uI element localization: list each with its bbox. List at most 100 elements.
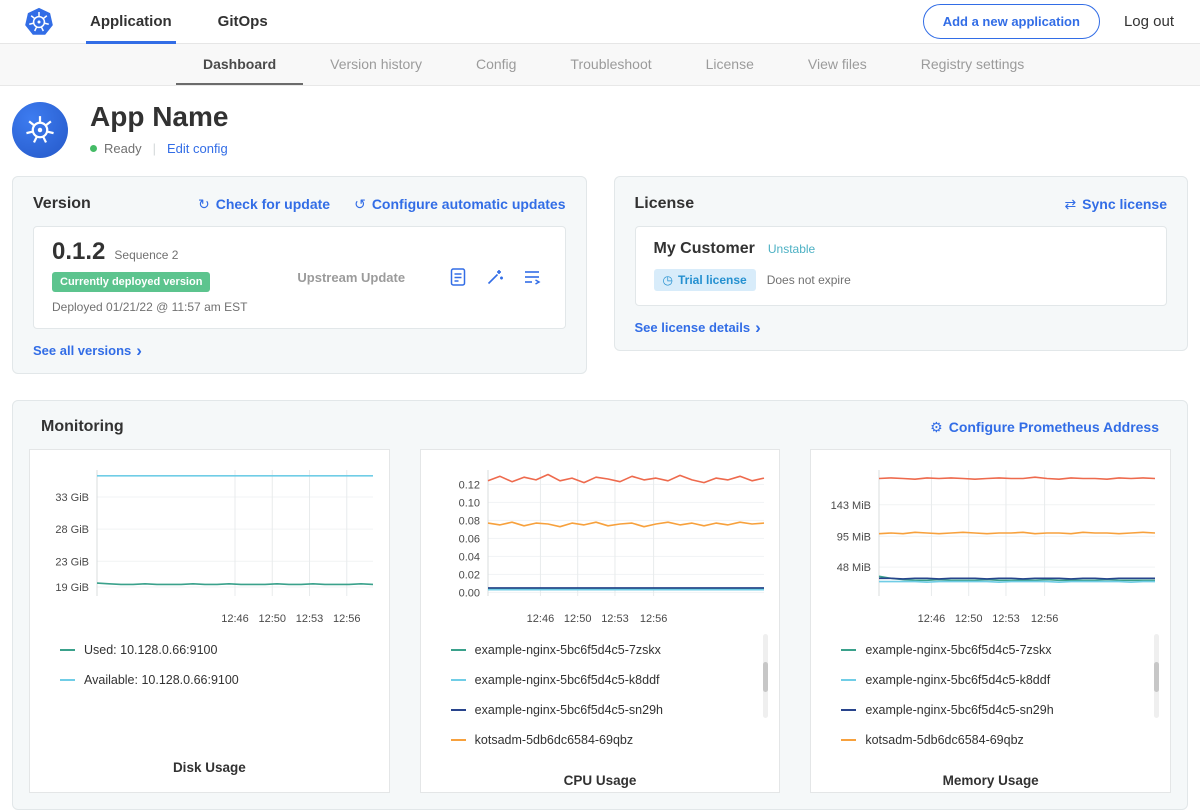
deployed-timestamp: Deployed 01/21/22 @ 11:57 am EST: [52, 300, 247, 314]
channel-name: Unstable: [768, 242, 815, 256]
release-notes-icon[interactable]: [522, 267, 543, 287]
cpu-usage-plot: 0.120.100.080.060.040.020.0012:4612:5012…: [421, 450, 780, 628]
monitoring-title: Monitoring: [41, 418, 124, 436]
kubernetes-logo-icon: [24, 7, 54, 37]
memory-usage-chart-card: 143 MiB95 MiB48 MiB12:4612:5012:5312:56e…: [810, 449, 1171, 793]
gear-icon: ⚙: [930, 419, 943, 436]
svg-text:12:53: 12:53: [296, 613, 324, 625]
legend-label: example-nginx-5bc6f5d4c5-k8ddf: [475, 673, 660, 687]
sequence-label: Sequence 2: [114, 248, 178, 262]
svg-text:12:46: 12:46: [222, 613, 250, 625]
svg-text:12:56: 12:56: [1031, 613, 1059, 625]
legend-label: example-nginx-5bc6f5d4c5-sn29h: [865, 703, 1053, 717]
tab-license[interactable]: License: [679, 44, 781, 85]
disk-usage-legend: Used: 10.128.0.66:9100 Available: 10.128.…: [30, 628, 389, 750]
refresh-icon: ↻: [198, 196, 210, 213]
legend-label: Available: 10.128.0.66:9100: [84, 673, 239, 687]
legend-scrollbar[interactable]: [763, 634, 768, 718]
app-subnav: Dashboard Version history Config Trouble…: [0, 44, 1200, 86]
edit-config-link[interactable]: Edit config: [167, 141, 228, 156]
legend-item: example-nginx-5bc6f5d4c5-sn29h: [841, 703, 1146, 717]
legend-item: example-nginx-5bc6f5d4c5-sn29h: [451, 703, 756, 717]
svg-text:12:53: 12:53: [992, 613, 1020, 625]
svg-text:12:56: 12:56: [640, 613, 668, 625]
legend-label: kotsadm-5db6dc6584-69qbz: [865, 733, 1023, 747]
legend-label: example-nginx-5bc6f5d4c5-sn29h: [475, 703, 663, 717]
legend-dash-icon: [451, 739, 466, 741]
svg-text:0.10: 0.10: [459, 497, 480, 509]
legend-item: Used: 10.128.0.66:9100: [60, 643, 365, 657]
cpu-usage-chart-card: 0.120.100.080.060.040.020.0012:4612:5012…: [420, 449, 781, 793]
deployed-version-badge: Currently deployed version: [52, 272, 210, 292]
legend-item: kotsadm-5db6dc6584-69qbz: [451, 733, 756, 747]
current-version-box: 0.1.2 Sequence 2 Currently deployed vers…: [33, 226, 566, 329]
memory-usage-plot: 143 MiB95 MiB48 MiB12:4612:5012:5312:56: [811, 450, 1170, 628]
charts-row: 33 GiB 28 GiB 23 GiB 19 GiB 12:46 12:50 12:53 1…: [29, 449, 1171, 793]
version-number: 0.1.2: [52, 240, 105, 264]
tab-version-history[interactable]: Version history: [303, 44, 449, 85]
tab-dashboard[interactable]: Dashboard: [176, 44, 303, 85]
app-name-title: App Name: [90, 102, 228, 132]
logout-button[interactable]: Log out: [1124, 13, 1174, 30]
chevron-right-icon: ›: [136, 344, 142, 357]
see-license-details-link[interactable]: See license details›: [635, 320, 761, 335]
legend-scrollbar-thumb[interactable]: [763, 662, 768, 692]
legend-scrollbar[interactable]: [1154, 634, 1159, 718]
svg-text:12:50: 12:50: [955, 613, 983, 625]
auto-update-icon: ↺: [354, 196, 366, 213]
legend-scrollbar-thumb[interactable]: [1154, 662, 1159, 692]
tab-config[interactable]: Config: [449, 44, 543, 85]
add-application-button[interactable]: Add a new application: [923, 4, 1100, 39]
status-divider: |: [153, 141, 156, 156]
app-icon: [12, 102, 68, 158]
tab-registry-settings[interactable]: Registry settings: [894, 44, 1051, 85]
see-all-versions-link[interactable]: See all versions›: [33, 343, 142, 358]
customer-name: My Customer: [654, 240, 755, 258]
configure-automatic-updates-link[interactable]: ↺Configure automatic updates: [354, 196, 565, 213]
legend-item: Available: 10.128.0.66:9100: [60, 673, 365, 687]
cpu-usage-legend: example-nginx-5bc6f5d4c5-7zskxexample-ng…: [421, 628, 780, 763]
tab-application[interactable]: Application: [90, 0, 172, 44]
topnav-right: Add a new application Log out: [923, 4, 1174, 39]
legend-dash-icon: [841, 679, 856, 681]
legend-dash-icon: [60, 679, 75, 681]
top-navbar: Application GitOps Add a new application…: [0, 0, 1200, 44]
disk-usage-plot: 33 GiB28 GiB23 GiB19 GiB12:4612:5012:531…: [30, 450, 389, 628]
license-details-box: My Customer Unstable ◷Trial license Does…: [635, 226, 1168, 306]
svg-text:143 MiB: 143 MiB: [830, 500, 870, 512]
app-header: App Name Ready | Edit config: [0, 86, 1200, 174]
legend-dash-icon: [841, 709, 856, 711]
tab-view-files[interactable]: View files: [781, 44, 894, 85]
trial-license-badge: ◷Trial license: [654, 269, 756, 291]
edit-config-wand-icon[interactable]: [485, 267, 505, 287]
cpu-usage-chart-title: CPU Usage: [421, 763, 780, 805]
disk-usage-chart-title: Disk Usage: [30, 750, 389, 792]
svg-text:19 GiB: 19 GiB: [56, 582, 90, 594]
svg-text:12:56: 12:56: [333, 613, 361, 625]
svg-text:95 MiB: 95 MiB: [836, 531, 870, 543]
version-card-title: Version: [33, 195, 91, 213]
preflight-checks-icon[interactable]: [448, 267, 468, 287]
svg-text:23 GiB: 23 GiB: [56, 556, 90, 568]
legend-dash-icon: [60, 649, 75, 651]
legend-label: Used: 10.128.0.66:9100: [84, 643, 217, 657]
legend-label: example-nginx-5bc6f5d4c5-7zskx: [865, 643, 1051, 657]
sync-license-link[interactable]: ⇄Sync license: [1064, 196, 1167, 213]
tab-troubleshoot[interactable]: Troubleshoot: [543, 44, 678, 85]
legend-dash-icon: [451, 709, 466, 711]
legend-item: example-nginx-5bc6f5d4c5-7zskx: [841, 643, 1146, 657]
legend-item: kotsadm-5db6dc6584-69qbz: [841, 733, 1146, 747]
license-card-title: License: [635, 195, 695, 213]
svg-text:0.06: 0.06: [459, 533, 480, 545]
disk-usage-chart-card: 33 GiB28 GiB23 GiB19 GiB12:4612:5012:531…: [29, 449, 390, 793]
svg-text:48 MiB: 48 MiB: [836, 562, 870, 574]
tab-gitops[interactable]: GitOps: [218, 0, 268, 44]
legend-item: example-nginx-5bc6f5d4c5-k8ddf: [451, 673, 756, 687]
license-card: License ⇄Sync license My Customer Unstab…: [614, 176, 1189, 351]
svg-text:28 GiB: 28 GiB: [56, 524, 90, 536]
svg-text:0.08: 0.08: [459, 515, 480, 527]
configure-prometheus-link[interactable]: ⚙Configure Prometheus Address: [930, 419, 1159, 436]
svg-text:33 GiB: 33 GiB: [56, 492, 90, 504]
memory-usage-legend: example-nginx-5bc6f5d4c5-7zskx example-ng…: [811, 628, 1170, 763]
check-for-update-link[interactable]: ↻Check for update: [198, 196, 330, 213]
